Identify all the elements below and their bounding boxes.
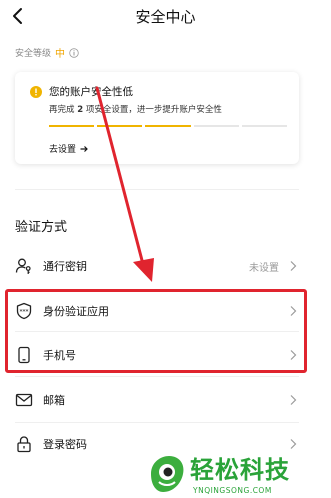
watermark-logo: 轻松科技 YNQINGSONG.COM	[145, 450, 331, 498]
leaf-logo-icon	[151, 456, 184, 492]
watermark-domain: YNQINGSONG.COM	[193, 486, 272, 495]
annotation-arrow	[95, 86, 154, 282]
watermark-brand: 轻松科技	[190, 456, 290, 484]
